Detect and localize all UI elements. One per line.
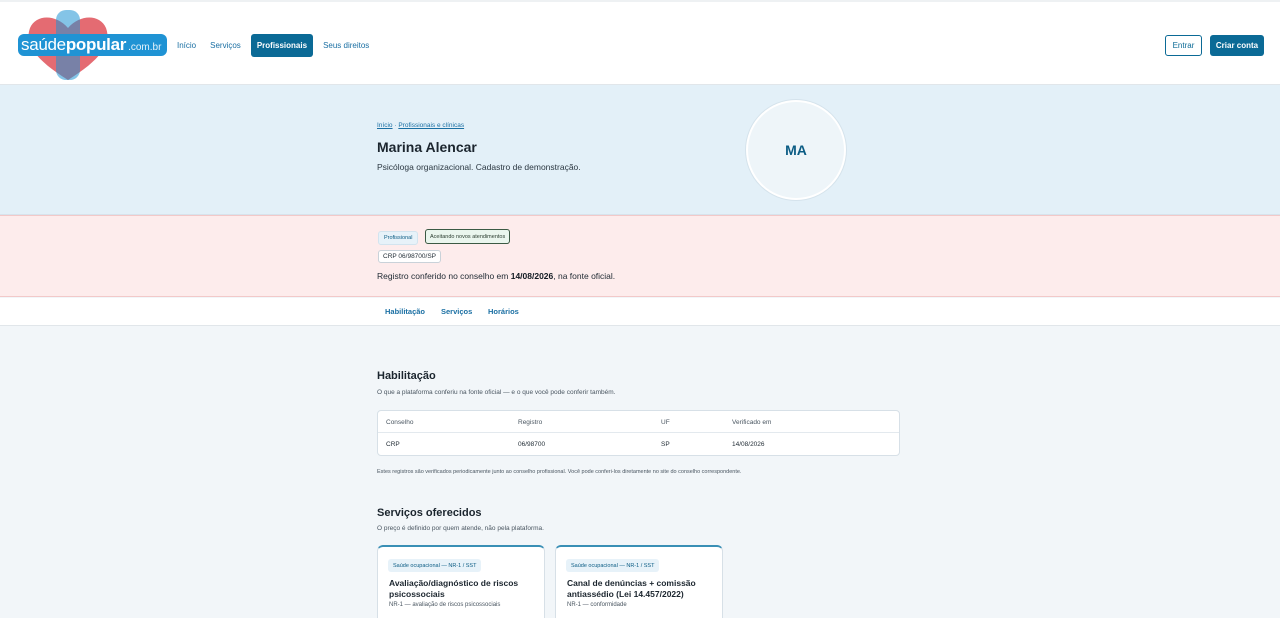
breadcrumb: Início · Profissionais e clínicas: [377, 122, 464, 129]
profile-description: Psicóloga organizacional. Cadastro de de…: [377, 162, 581, 172]
signup-button[interactable]: Criar conta: [1210, 35, 1264, 56]
site-header: saúde popular .com.br Início Serviços Pr…: [0, 0, 1280, 85]
column-header-verificado: Verificado em: [732, 419, 772, 426]
registry-text-suffix: , na fonte oficial.: [553, 271, 616, 281]
servicos-heading: Serviços oferecidos: [377, 507, 482, 519]
column-header-registro: Registro: [518, 419, 543, 426]
cell-registro: 06/98700: [518, 441, 546, 448]
cell-uf: SP: [661, 441, 670, 448]
registry-date: 14/08/2026: [510, 271, 554, 281]
logo-text-popular: popular: [65, 35, 127, 54]
logo-text-saude: saúde: [21, 35, 66, 54]
tab-habilitacao[interactable]: Habilitação: [385, 307, 425, 316]
service-card[interactable]: Saúde ocupacional — NR-1 / SST Canal de …: [555, 545, 723, 618]
verification-note: Estes registros são verificados periodic…: [377, 469, 742, 475]
registry-table: Conselho Registro UF Verificado em CRP 0…: [377, 410, 900, 456]
profile-banner: Início · Profissionais e clínicas Marina…: [0, 85, 1280, 215]
nav-seus-direitos[interactable]: Seus direitos: [319, 34, 373, 57]
table-header: [378, 411, 899, 433]
nav-inicio[interactable]: Início: [173, 34, 200, 57]
service-title: Avaliação/diagnóstico de riscos psicosso…: [389, 578, 519, 599]
breadcrumb-profissionais[interactable]: Profissionais e clínicas: [398, 122, 464, 129]
login-button[interactable]: Entrar: [1165, 35, 1202, 56]
logo-wordmark: saúde popular .com.br: [18, 34, 168, 56]
column-header-uf: UF: [661, 419, 670, 426]
section-tabs: Habilitação Serviços Horários: [0, 298, 1280, 326]
service-category-badge: Saúde ocupacional — NR-1 / SST: [566, 559, 660, 572]
main-nav: Início Serviços Profissionais Seus direi…: [173, 34, 373, 57]
service-subtitle: NR-1 — conformidade: [567, 602, 627, 608]
verification-status: Profissional Aceitando novos atendimento…: [0, 215, 1280, 297]
profile-name: Marina Alencar: [377, 139, 477, 155]
breadcrumb-home[interactable]: Início: [377, 122, 393, 129]
habilitacao-heading: Habilitação: [377, 370, 436, 382]
avatar: MA: [746, 100, 846, 200]
habilitacao-subtitle: O que a plataforma conferiu na fonte ofi…: [377, 389, 616, 396]
cell-verificado: 14/08/2026: [732, 441, 765, 448]
site-logo[interactable]: saúde popular .com.br: [18, 10, 168, 82]
type-badge: Profissional: [378, 231, 419, 245]
nav-servicos[interactable]: Serviços: [206, 34, 245, 57]
column-header-conselho: Conselho: [386, 419, 414, 426]
logo-text-domain: .com.br: [128, 41, 162, 53]
tab-horarios[interactable]: Horários: [488, 307, 519, 316]
registry-verified-text: Registro conferido no conselho em 14/08/…: [377, 271, 615, 281]
registry-badge: CRP 06/98700/SP: [378, 250, 441, 263]
nav-profissionais[interactable]: Profissionais: [250, 34, 314, 57]
service-category-badge: Saúde ocupacional — NR-1 / SST: [388, 559, 482, 572]
tab-servicos[interactable]: Serviços: [441, 307, 472, 316]
service-title: Canal de denúncias + comissão antiassédi…: [567, 578, 696, 599]
servicos-subtitle: O preço é definido por quem atende, não …: [377, 525, 544, 532]
cell-conselho: CRP: [386, 441, 400, 448]
service-subtitle: NR-1 — avaliação de riscos psicossociais: [389, 602, 501, 608]
registry-text-prefix: Registro conferido no conselho em: [377, 271, 511, 281]
service-card[interactable]: Saúde ocupacional — NR-1 / SST Avaliação…: [377, 545, 545, 618]
availability-badge: Aceitando novos atendimentos: [425, 229, 511, 244]
